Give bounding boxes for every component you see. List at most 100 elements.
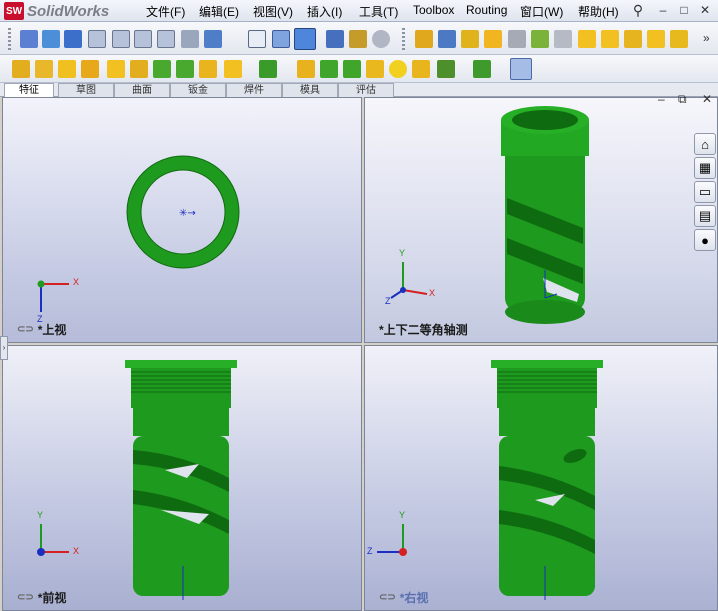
- toolbox-icon[interactable]: [484, 30, 502, 48]
- deform-icon[interactable]: [412, 60, 430, 78]
- shaded-edges-icon[interactable]: [272, 30, 290, 48]
- reference-plane-icon[interactable]: [437, 60, 455, 78]
- pane-restore-button[interactable]: ⧉: [678, 92, 687, 107]
- draft-icon[interactable]: [297, 60, 315, 78]
- home-icon[interactable]: ⌂: [694, 133, 716, 155]
- route-icon[interactable]: [508, 30, 526, 48]
- view-orientation-icon[interactable]: [204, 30, 222, 48]
- helix-icon[interactable]: [473, 60, 491, 78]
- viewport-label-text: *上下二等角轴测: [379, 323, 468, 337]
- revolve-icon[interactable]: [35, 60, 53, 78]
- pane-close-button[interactable]: ✕: [702, 92, 712, 106]
- link-icon: ⊂⊃: [17, 592, 34, 603]
- feature-list-icon[interactable]: [438, 30, 456, 48]
- instant3d-icon[interactable]: [578, 30, 596, 48]
- menu-insert[interactable]: 插入(I): [307, 3, 342, 20]
- section-view-icon[interactable]: [326, 30, 344, 48]
- axis-label-x: X: [73, 546, 80, 556]
- restore-button[interactable]: □: [676, 3, 692, 18]
- menu-view[interactable]: 视图(V): [253, 3, 293, 20]
- viewport-label-top: ⊂⊃ *上视: [17, 321, 66, 338]
- rotate-view-icon[interactable]: [20, 30, 38, 48]
- tab-sheet-metal[interactable]: 钣金: [170, 83, 226, 97]
- toolbar-overflow-icon[interactable]: »: [703, 31, 710, 45]
- axis-label-x: X: [73, 277, 80, 287]
- refresh-icon[interactable]: [42, 30, 60, 48]
- fastener-icon[interactable]: [601, 30, 619, 48]
- cut-extrude-icon[interactable]: [153, 60, 171, 78]
- rib-icon[interactable]: [224, 60, 242, 78]
- sketch-icon[interactable]: [531, 30, 549, 48]
- smart-dimension-icon[interactable]: [415, 30, 433, 48]
- axis-label-x: X: [429, 288, 436, 298]
- shaded-icon[interactable]: [294, 28, 316, 50]
- perspective-icon[interactable]: [349, 30, 367, 48]
- loft-icon[interactable]: [81, 60, 99, 78]
- close-button[interactable]: ✕: [697, 3, 713, 18]
- minimize-button[interactable]: –: [655, 3, 671, 18]
- tab-evaluate[interactable]: 评估: [338, 83, 394, 97]
- viewport-label-right: ⊂⊃ *右视: [379, 589, 428, 606]
- tab-weldments[interactable]: 焊件: [226, 83, 282, 97]
- pane-minimize-button[interactable]: –: [658, 92, 665, 106]
- hole-wizard-icon[interactable]: [647, 30, 665, 48]
- viewport-label-text: *前视: [37, 591, 67, 605]
- appearances-icon[interactable]: ●: [694, 229, 716, 251]
- tab-surfaces[interactable]: 曲面: [114, 83, 170, 97]
- linear-pattern-icon[interactable]: [259, 60, 277, 78]
- fillet-icon[interactable]: [107, 60, 125, 78]
- chamfer-icon[interactable]: [130, 60, 148, 78]
- menu-window[interactable]: 窗口(W): [520, 3, 563, 20]
- solidworks-logo: SW SolidWorks: [4, 1, 109, 21]
- menu-toolbox[interactable]: Toolbox: [413, 3, 454, 17]
- realview-icon[interactable]: [372, 30, 390, 48]
- cut-revolve-icon[interactable]: [176, 60, 194, 78]
- shell-icon[interactable]: [199, 60, 217, 78]
- viewport-label-text: *上视: [37, 323, 67, 337]
- four-view-icon[interactable]: [157, 30, 175, 48]
- tab-mold-tools[interactable]: 模具: [282, 83, 338, 97]
- pattern-icon[interactable]: [624, 30, 642, 48]
- menu-help[interactable]: 帮助(H): [578, 3, 619, 20]
- viewport-top[interactable]: ✳→ X Z ⊂⊃ *上视: [2, 97, 362, 343]
- sw-logo-badge: SW: [4, 2, 24, 20]
- tab-sketch[interactable]: 草图: [58, 83, 114, 97]
- viewport-front[interactable]: Y X ⊂⊃ *前视: [2, 345, 362, 611]
- viewport-right[interactable]: Y Z ⊂⊃ *右视: [364, 345, 718, 611]
- extrude-icon[interactable]: [12, 60, 30, 78]
- two-view-icon[interactable]: [112, 30, 130, 48]
- menu-tools[interactable]: 工具(T): [359, 3, 398, 20]
- curves-icon[interactable]: [554, 30, 572, 48]
- menu-edit[interactable]: 编辑(E): [199, 3, 239, 20]
- pan-icon[interactable]: [64, 30, 82, 48]
- viewport-isometric[interactable]: Y X Z *上下二等角轴测: [364, 97, 718, 343]
- link-icon: ⊂⊃: [379, 592, 396, 603]
- dome-icon[interactable]: [343, 60, 361, 78]
- axis-label-y: Y: [399, 510, 406, 520]
- single-view-icon[interactable]: [88, 30, 106, 48]
- toolbar-grip[interactable]: [8, 28, 11, 50]
- viewport-label-front: ⊂⊃ *前视: [17, 589, 66, 606]
- mirror-icon[interactable]: [320, 60, 338, 78]
- wireframe-icon[interactable]: [248, 30, 266, 48]
- design-library-icon[interactable]: ▦: [694, 157, 716, 179]
- menu-routing[interactable]: Routing: [466, 3, 507, 17]
- wrap-icon[interactable]: [366, 60, 384, 78]
- tab-features[interactable]: 特征: [4, 83, 54, 97]
- command-manager-tabs: 特征 草图 曲面 钣金 焊件 模具 评估: [0, 83, 718, 97]
- reference-geometry-icon[interactable]: [461, 30, 479, 48]
- app-name: SolidWorks: [27, 2, 110, 20]
- link-views-icon[interactable]: [181, 30, 199, 48]
- pushpin-icon[interactable]: ⚲: [630, 3, 646, 18]
- freeform-icon[interactable]: [389, 60, 407, 78]
- menu-file[interactable]: 文件(F): [146, 3, 185, 20]
- horizontal-view-icon[interactable]: [134, 30, 152, 48]
- features-toolbar: [0, 55, 718, 83]
- file-explorer-icon[interactable]: ▭: [694, 181, 716, 203]
- assembly-icon[interactable]: [670, 30, 688, 48]
- sweep-icon[interactable]: [58, 60, 76, 78]
- instant3d-toggle-icon[interactable]: [510, 58, 532, 80]
- view-palette-icon[interactable]: ▤: [694, 205, 716, 227]
- toolbar-grip[interactable]: [402, 28, 405, 50]
- expand-panel-handle[interactable]: ›: [0, 336, 8, 360]
